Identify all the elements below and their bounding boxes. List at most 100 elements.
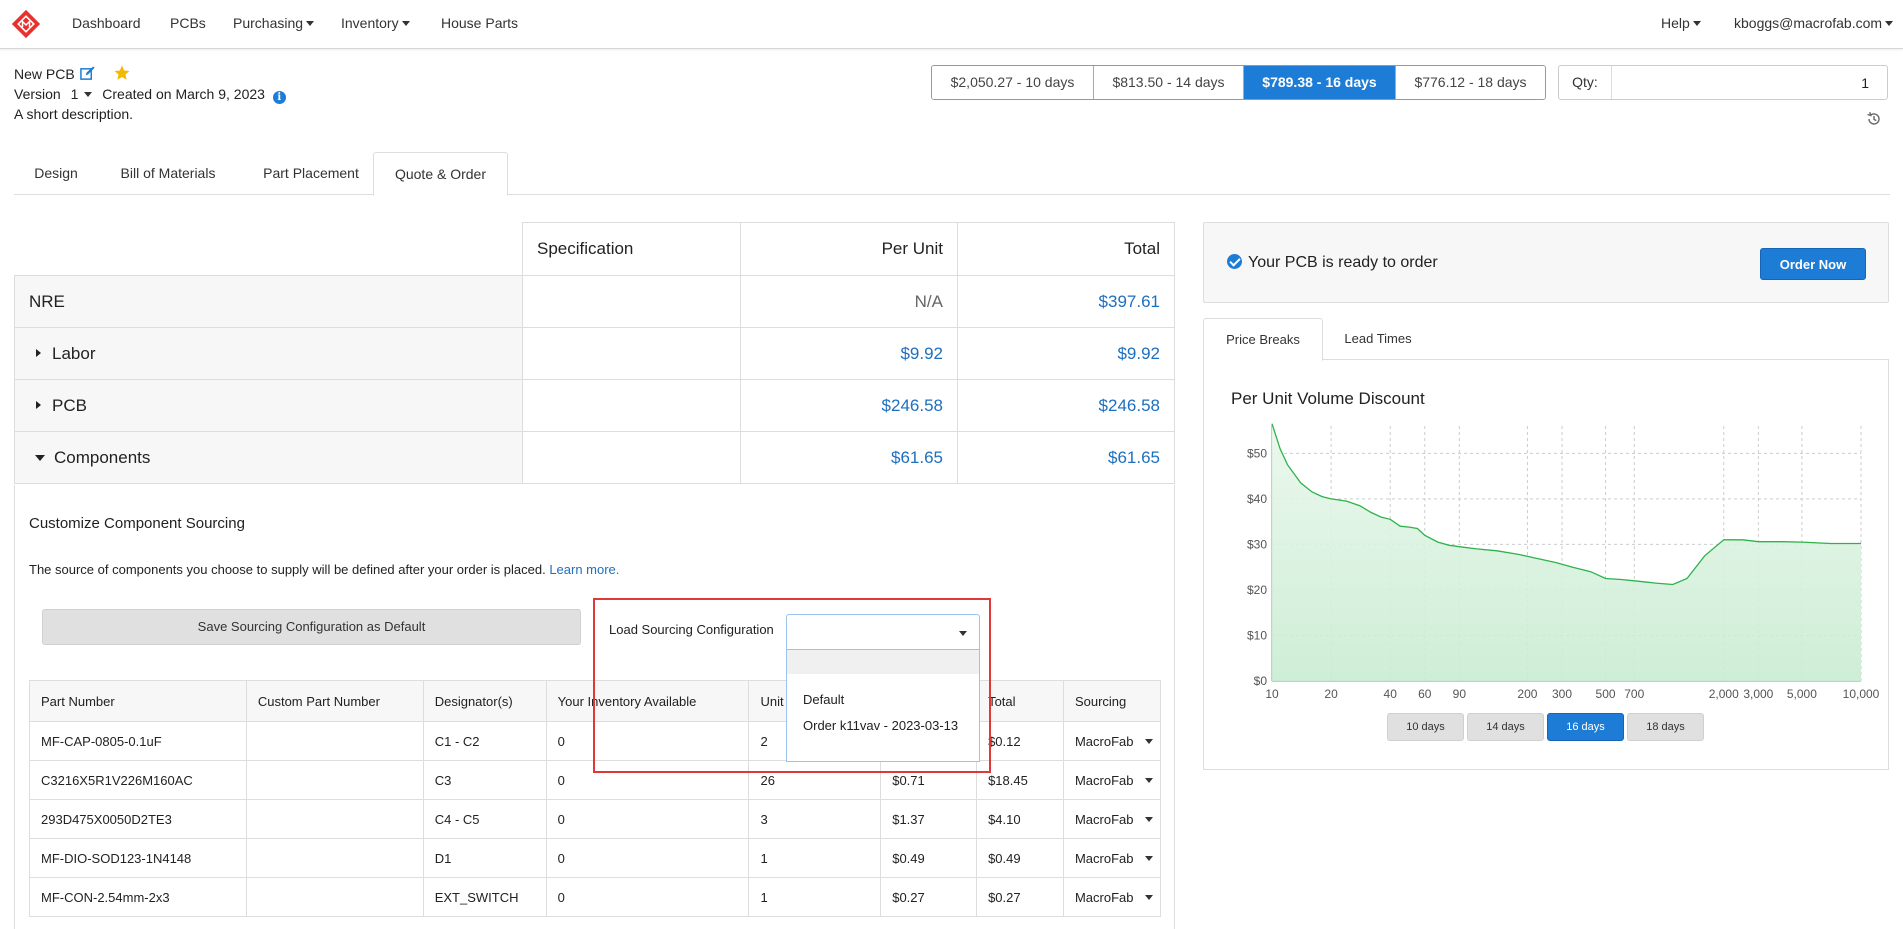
pcb-name: New PCB [14, 66, 75, 82]
sourcing-select[interactable]: MacroFab [1062, 721, 1162, 761]
chart-tabs: Price Breaks Lead Times [1203, 318, 1889, 361]
check-circle-icon [1227, 254, 1242, 269]
cost-total-pcb: $246.58 [957, 379, 1175, 432]
x-tick-label: 10 [1265, 687, 1279, 701]
price-lead-selector: $2,050.27 - 10 days $813.50 - 14 days $7… [931, 65, 1546, 100]
cell-inventory: 0 [545, 760, 750, 800]
learn-more-link[interactable]: Learn more. [549, 562, 619, 577]
info-icon[interactable]: i [272, 91, 286, 104]
nav-dashboard[interactable]: Dashboard [72, 15, 141, 31]
chart-day-14[interactable]: 14 days [1467, 713, 1544, 741]
tab-part-placement[interactable]: Part Placement [238, 152, 384, 195]
component-parts-table: Part Number Custom Part Number Designato… [29, 680, 1162, 917]
sourcing-select[interactable]: MacroFab [1062, 799, 1162, 839]
cell-unit: 1 [748, 838, 882, 878]
nav-house-parts[interactable]: House Parts [441, 15, 518, 31]
load-sourcing-dropdown: Default Order k11vav - 2023-03-13 [786, 650, 980, 762]
cost-label-pcb[interactable]: PCB [14, 379, 523, 432]
tab-design[interactable]: Design [14, 152, 98, 195]
cost-label-components[interactable]: Components [14, 431, 523, 484]
cost-row-labor[interactable]: Labor $9.92 $9.92 [14, 327, 1175, 380]
price-option-18-days[interactable]: $776.12 - 18 days [1396, 66, 1545, 99]
save-sourcing-default-button[interactable]: Save Sourcing Configuration as Default [42, 609, 581, 645]
tab-lead-times[interactable]: Lead Times [1323, 318, 1433, 360]
load-sourcing-select[interactable] [786, 614, 980, 650]
nav-user-menu[interactable]: kboggs@macrofab.com [1734, 15, 1894, 31]
dropdown-option-default[interactable]: Default [787, 682, 979, 718]
col-part-number: Part Number [29, 680, 247, 722]
chevron-down-icon [1145, 738, 1154, 744]
chevron-down-icon [401, 21, 410, 26]
chevron-down-icon [959, 631, 967, 636]
sourcing-select[interactable]: MacroFab [1062, 760, 1162, 800]
table-row: MF-DIO-SOD123-1N4148 D1 0 1 $0.49 $0.49 … [29, 838, 1162, 878]
sourcing-value: MacroFab [1074, 850, 1134, 866]
x-tick-label: 90 [1453, 687, 1467, 701]
cost-total-components: $61.65 [957, 431, 1175, 484]
cost-spec-pcb [522, 379, 741, 432]
chart-day-10[interactable]: 10 days [1387, 713, 1464, 741]
cost-row-pcb[interactable]: PCB $246.58 $246.58 [14, 379, 1175, 432]
x-tick-label: 700 [1624, 687, 1644, 701]
cost-label-pcb-text: PCB [52, 395, 87, 415]
cell-inventory: 0 [545, 721, 750, 761]
cost-label-nre: NRE [14, 275, 523, 328]
dropdown-option-order[interactable]: Order k11vav - 2023-03-13 [787, 718, 979, 733]
cost-header-blank [14, 222, 523, 276]
qty-group: Qty: [1558, 65, 1888, 100]
sourcing-note: The source of components you choose to s… [29, 562, 619, 577]
cell-designator: C1 - C2 [422, 721, 547, 761]
cost-label-labor[interactable]: Labor [14, 327, 523, 380]
cell-unit-price: $0.49 [880, 838, 978, 878]
cell-part-number: MF-CON-2.54mm-2x3 [29, 877, 247, 917]
chart-day-16[interactable]: 16 days [1547, 713, 1624, 741]
x-tick-label: 200 [1517, 687, 1537, 701]
cell-unit-price: $0.71 [880, 760, 978, 800]
cost-spec-nre [522, 275, 741, 328]
cell-designator: D1 [422, 838, 547, 878]
cell-total: $0.27 [976, 877, 1064, 917]
star-icon[interactable] [113, 64, 131, 82]
col-custom-part-number: Custom Part Number [245, 680, 424, 722]
sourcing-note-text: The source of components you choose to s… [29, 562, 546, 577]
nav-inventory[interactable]: Inventory [341, 15, 410, 31]
cell-custom-part [245, 838, 424, 878]
tab-quote-order[interactable]: Quote & Order [373, 152, 508, 196]
macrofab-logo-icon[interactable] [10, 8, 42, 40]
nav-help[interactable]: Help [1661, 15, 1701, 31]
price-option-16-days[interactable]: $789.38 - 16 days [1244, 66, 1396, 99]
chevron-down-icon [1692, 21, 1701, 26]
ready-status: Your PCB is ready to order [1227, 254, 1438, 272]
sourcing-select[interactable]: MacroFab [1062, 877, 1162, 917]
chevron-down-icon [306, 21, 315, 26]
table-row: 293D475X0050D2TE3 C4 - C5 0 3 $1.37 $4.1… [29, 799, 1162, 839]
tab-price-breaks[interactable]: Price Breaks [1203, 318, 1323, 361]
x-tick-label: 300 [1552, 687, 1572, 701]
x-tick-label: 60 [1418, 687, 1432, 701]
dropdown-search-area[interactable] [787, 650, 979, 674]
sourcing-select[interactable]: MacroFab [1062, 838, 1162, 878]
chart-day-18[interactable]: 18 days [1627, 713, 1704, 741]
table-row: MF-CON-2.54mm-2x3 EXT_SWITCH 0 1 $0.27 $… [29, 877, 1162, 917]
cost-unit-nre: N/A [740, 275, 958, 328]
created-date: Created on March 9, 2023 [102, 86, 265, 102]
version-select[interactable]: 1 [71, 86, 93, 102]
nav-pcbs[interactable]: PCBs [170, 15, 206, 31]
col-specification: Specification [522, 222, 741, 276]
edit-icon[interactable] [80, 66, 95, 81]
history-icon[interactable] [1866, 111, 1882, 127]
qty-input[interactable] [1612, 66, 1887, 99]
cell-part-number: 293D475X0050D2TE3 [29, 799, 247, 839]
caret-right-icon [36, 348, 41, 357]
y-tick-label: $10 [1247, 628, 1267, 642]
qty-label: Qty: [1559, 66, 1612, 99]
nav-purchasing[interactable]: Purchasing [233, 15, 315, 31]
chevron-down-icon [1145, 816, 1154, 822]
sourcing-value: MacroFab [1074, 811, 1134, 827]
price-option-14-days[interactable]: $813.50 - 14 days [1094, 66, 1244, 99]
tab-bill-of-materials[interactable]: Bill of Materials [98, 152, 238, 195]
cell-custom-part [245, 721, 424, 761]
cost-row-components[interactable]: Components $61.65 $61.65 [14, 431, 1175, 484]
order-now-button[interactable]: Order Now [1760, 248, 1866, 280]
price-option-10-days[interactable]: $2,050.27 - 10 days [932, 66, 1094, 99]
